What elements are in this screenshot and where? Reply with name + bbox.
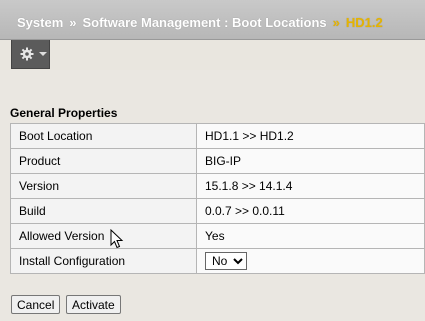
product-label: Product (10, 148, 197, 174)
breadcrumb-current: HD1.2 (345, 15, 383, 30)
mouse-cursor-icon (110, 229, 124, 249)
general-properties-table: Boot Location HD1.1 >> HD1.2 Product BIG… (10, 123, 425, 274)
boot-location-label: Boot Location (10, 123, 197, 149)
allowed-version-label: Allowed Version (10, 223, 197, 249)
cancel-button[interactable]: Cancel (11, 295, 61, 314)
table-row: Allowed Version Yes (10, 223, 425, 249)
gear-icon (20, 47, 34, 61)
table-row: Product BIG-IP (10, 148, 425, 174)
table-row: Build 0.0.7 >> 0.0.11 (10, 198, 425, 224)
breadcrumb-separator: » (69, 15, 77, 30)
title-bar: System » Software Management : Boot Locati… (0, 0, 425, 40)
version-label: Version (10, 173, 197, 199)
product-value: BIG-IP (196, 148, 425, 174)
table-row: Version 15.1.8 >> 14.1.4 (10, 173, 425, 199)
breadcrumb-root[interactable]: System (17, 15, 63, 30)
install-configuration-label: Install Configuration (10, 248, 197, 274)
version-value: 15.1.8 >> 14.1.4 (196, 173, 425, 199)
breadcrumb: System » Software Management : Boot Locati… (17, 15, 383, 30)
build-value: 0.0.7 >> 0.0.11 (196, 198, 425, 224)
table-row: Install Configuration No (10, 248, 425, 274)
install-configuration-select[interactable]: No (205, 252, 247, 270)
section-title: General Properties (10, 106, 118, 120)
breadcrumb-separator: » (332, 15, 340, 30)
boot-location-value: HD1.1 >> HD1.2 (196, 123, 425, 149)
activate-button[interactable]: Activate (66, 295, 121, 314)
table-row: Boot Location HD1.1 >> HD1.2 (10, 123, 425, 149)
breadcrumb-section[interactable]: Software Management : Boot Locations (82, 15, 326, 30)
install-configuration-cell: No (196, 248, 425, 274)
build-label: Build (10, 198, 197, 224)
gear-menu-button[interactable] (11, 40, 50, 69)
chevron-down-icon (39, 52, 47, 56)
allowed-version-value: Yes (196, 223, 425, 249)
toolbar (0, 40, 425, 70)
